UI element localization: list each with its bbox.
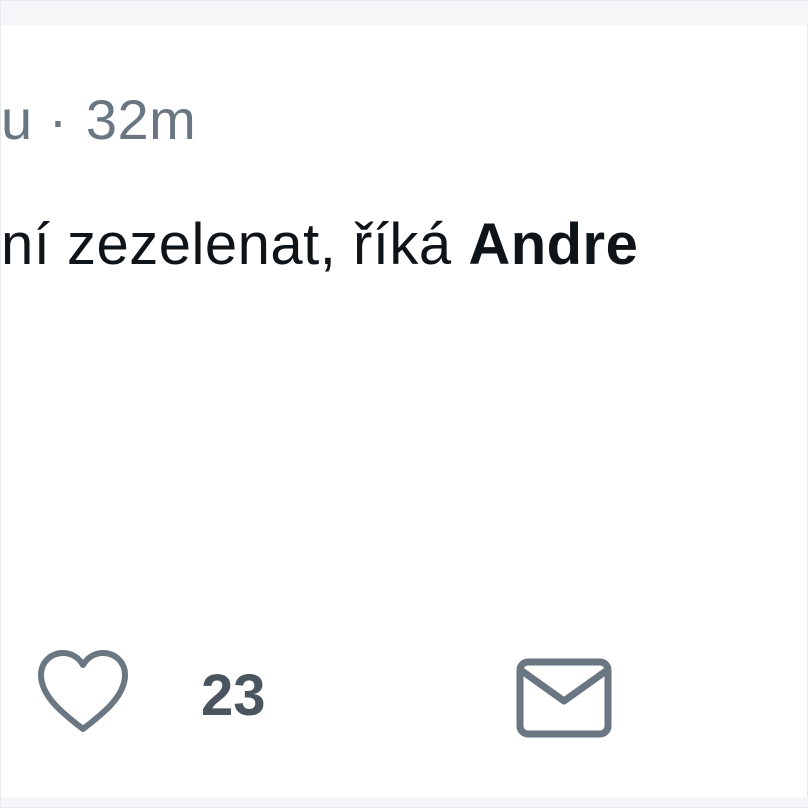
tweet-card: u · 32m ní zezelenat, říká Andre 23 — [0, 0, 808, 808]
tweet-text-body: ní zezelenat, říká — [1, 212, 469, 277]
tweet-meta: u · 32m — [1, 85, 196, 155]
tweet-actions: 23 — [1, 641, 808, 751]
tweet-text-bold: Andre — [468, 212, 639, 277]
envelope-icon[interactable] — [515, 657, 613, 739]
heart-outline-icon[interactable] — [35, 647, 131, 735]
tweet-timestamp[interactable]: 32m — [86, 88, 196, 151]
like-count: 23 — [201, 663, 266, 728]
card-bottom-divider — [1, 797, 808, 807]
author-handle[interactable]: u — [1, 88, 33, 151]
tweet-text: ní zezelenat, říká Andre — [1, 205, 638, 285]
card-top-divider — [1, 1, 808, 25]
meta-separator: · — [48, 88, 68, 151]
